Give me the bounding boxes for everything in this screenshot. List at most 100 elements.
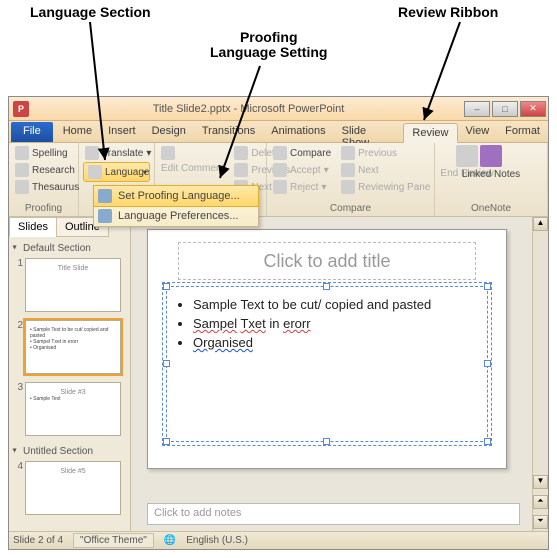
compare-prev-button[interactable]: Previous — [339, 145, 432, 161]
scroll-down-button[interactable]: ▼ — [533, 475, 548, 489]
thesaurus-icon — [15, 180, 29, 194]
resize-handle[interactable] — [484, 360, 491, 367]
menu-language-preferences[interactable]: Language Preferences... — [94, 206, 258, 226]
resize-handle[interactable] — [323, 283, 330, 290]
body-placeholder[interactable]: Sample Text to be cut/ copied and pasted… — [166, 286, 488, 442]
thumb-2[interactable]: • Sample Text to be cut/ copied and past… — [25, 320, 121, 374]
pane-icon — [341, 180, 355, 194]
ribbon: Spelling Research Thesaurus Proofing Tra… — [9, 143, 548, 217]
title-placeholder[interactable]: Click to add title — [178, 242, 476, 280]
thumb-3[interactable]: Slide #3 • Sample Text — [25, 382, 121, 436]
tab-slideshow[interactable]: Slide Show — [334, 122, 404, 142]
thumb2-l1: • Sample Text to be cut/ copied and past… — [30, 327, 116, 339]
tab-insert[interactable]: Insert — [100, 122, 144, 142]
status-slide-pos: Slide 2 of 4 — [13, 535, 63, 546]
ribbon-group-proofing: Spelling Research Thesaurus Proofing — [9, 143, 79, 216]
ribbon-group-onenote: Linked Notes OneNote — [435, 143, 548, 216]
reject-button[interactable]: Reject ▾ — [271, 179, 333, 195]
powerpoint-icon: P — [13, 101, 29, 117]
globe-icon — [88, 165, 102, 179]
app-window: P Title Slide2.pptx - Microsoft PowerPoi… — [8, 96, 549, 550]
scroll-up-button[interactable]: ▲ — [533, 217, 548, 231]
reviewing-pane-button[interactable]: Reviewing Pane — [339, 179, 432, 195]
linked-notes-button[interactable]: Linked Notes — [460, 168, 522, 181]
research-button[interactable]: Research — [13, 162, 74, 178]
lang-prefs-icon — [98, 209, 112, 223]
minimize-button[interactable]: – — [464, 101, 490, 117]
menu-set-proofing-language[interactable]: Set Proofing Language... — [93, 185, 259, 207]
prev-icon — [234, 163, 248, 177]
compare-prev-label: Previous — [358, 148, 397, 159]
tab-file[interactable]: File — [11, 122, 53, 142]
reject-icon — [273, 180, 287, 194]
thumb4-title: Slide #5 — [30, 468, 116, 475]
resize-handle[interactable] — [484, 438, 491, 445]
research-icon — [15, 163, 29, 177]
slide-canvas[interactable]: Click to add title Sample Text to be cut… — [147, 229, 507, 469]
thumb-num-3: 3 — [13, 382, 23, 393]
prev-slide-button[interactable]: ⏶ — [533, 495, 548, 509]
next-icon — [341, 163, 355, 177]
thesaurus-button[interactable]: Thesaurus — [13, 179, 74, 195]
new-comment-button[interactable] — [159, 145, 226, 161]
next-slide-button[interactable]: ⏷ — [533, 515, 548, 529]
close-button[interactable]: ✕ — [520, 101, 546, 117]
bullet-1[interactable]: Sample Text to be cut/ copied and pasted — [193, 297, 479, 312]
spelling-button[interactable]: Spelling — [13, 145, 74, 161]
prev-icon — [341, 146, 355, 160]
slides-tab[interactable]: Slides — [9, 217, 57, 237]
thumb2-l3: • Organised — [30, 345, 116, 351]
window-title: Title Slide2.pptx - Microsoft PowerPoint — [33, 103, 464, 115]
slide-editor[interactable]: Click to add title Sample Text to be cut… — [131, 217, 548, 531]
edit-comment-button[interactable]: Edit Comment — [159, 162, 226, 175]
vertical-scrollbar[interactable]: ▲ ▼ ⏶ ⏷ — [532, 217, 548, 531]
notes-placeholder[interactable]: Click to add notes — [147, 503, 520, 525]
thumb-row-4[interactable]: 4 Slide #5 — [11, 459, 128, 521]
language-button[interactable]: Language — [83, 162, 150, 182]
section-default[interactable]: Default Section — [11, 239, 128, 256]
language-label: Language — [105, 167, 150, 178]
status-language[interactable]: English (U.S.) — [186, 535, 248, 546]
status-theme[interactable]: "Office Theme" — [73, 533, 154, 548]
resize-handle[interactable] — [163, 438, 170, 445]
thumb-4[interactable]: Slide #5 — [25, 461, 121, 515]
compare-button[interactable]: Compare — [271, 145, 333, 161]
thumb-num-1: 1 — [13, 258, 23, 269]
tab-animations[interactable]: Animations — [263, 122, 333, 142]
resize-handle[interactable] — [163, 283, 170, 290]
compare-next-button[interactable]: Next — [339, 162, 432, 178]
accept-label: Accept — [290, 165, 321, 176]
thesaurus-label: Thesaurus — [32, 182, 79, 193]
spelling-label: Spelling — [32, 148, 68, 159]
thumb-num-2: 2 — [13, 320, 23, 331]
annotation-review-ribbon: Review Ribbon — [398, 4, 498, 20]
section-untitled[interactable]: Untitled Section — [11, 442, 128, 459]
thumb-row-1[interactable]: 1 Title Slide — [11, 256, 128, 318]
edit-comment-label: Edit Comment — [161, 163, 224, 174]
translate-label: Translate — [102, 148, 143, 159]
proofing-group-label: Proofing — [13, 203, 74, 216]
thumb-1[interactable]: Title Slide — [25, 258, 121, 312]
thumb-row-3[interactable]: 3 Slide #3 • Sample Text — [11, 380, 128, 442]
thumb-row-2[interactable]: 2 • Sample Text to be cut/ copied and pa… — [11, 318, 128, 380]
maximize-button[interactable]: □ — [492, 101, 518, 117]
bullet-2[interactable]: Sampel Txet in erorr — [193, 316, 479, 331]
annotation-language-section: Language Section — [30, 4, 151, 20]
menu-set-proofing-label: Set Proofing Language... — [118, 190, 240, 202]
tab-view[interactable]: View — [458, 122, 498, 142]
thumb-num-4: 4 — [13, 461, 23, 472]
tab-transitions[interactable]: Transitions — [194, 122, 263, 142]
tab-home[interactable]: Home — [55, 122, 100, 142]
translate-icon — [85, 146, 99, 160]
resize-handle[interactable] — [323, 438, 330, 445]
status-lang-icon: 🌐 — [164, 535, 176, 546]
slide-panel: Slides Outline Default Section 1 Title S… — [9, 217, 131, 531]
translate-button[interactable]: Translate ▾ — [83, 145, 150, 161]
tab-format[interactable]: Format — [497, 122, 548, 142]
tab-design[interactable]: Design — [144, 122, 194, 142]
resize-handle[interactable] — [163, 360, 170, 367]
bullet-3[interactable]: Organised — [193, 335, 479, 350]
accept-button[interactable]: Accept ▾ — [271, 162, 333, 178]
tab-review[interactable]: Review — [403, 123, 457, 143]
resize-handle[interactable] — [484, 283, 491, 290]
